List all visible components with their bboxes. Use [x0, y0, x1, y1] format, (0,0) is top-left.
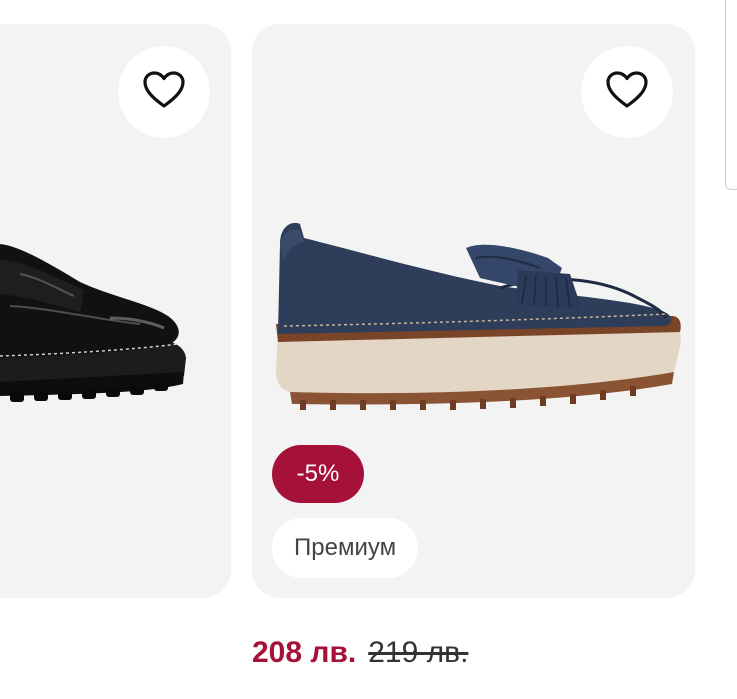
discount-badge: -5%	[272, 445, 364, 503]
current-price: 208 лв.	[252, 636, 357, 669]
premium-tag: Премиум	[272, 518, 419, 578]
product-image-black-loafer[interactable]	[0, 234, 190, 419]
price-row: 208 лв. 219 лв.	[252, 636, 468, 670]
heart-outline-icon	[142, 70, 186, 115]
product-card-left[interactable]	[0, 24, 231, 598]
scrollbar[interactable]	[725, 0, 737, 190]
favorite-button[interactable]	[581, 46, 673, 138]
old-price: 219 лв.	[368, 636, 469, 669]
heart-outline-icon	[605, 70, 649, 115]
product-image-navy-loafer[interactable]	[270, 214, 690, 419]
favorite-button[interactable]	[118, 46, 210, 138]
product-card-right[interactable]: -5% Премиум	[252, 24, 695, 598]
